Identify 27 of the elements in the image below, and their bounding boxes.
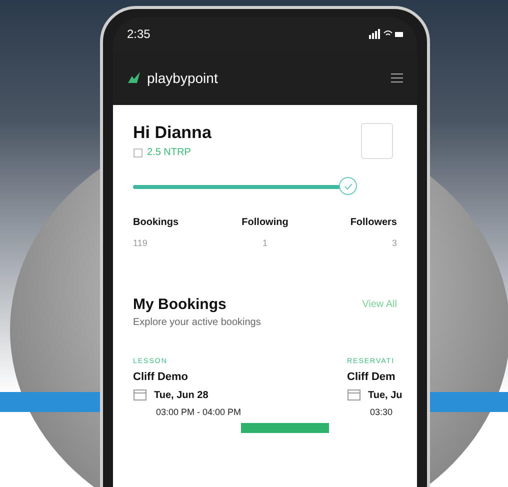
section-title: My Bookings <box>133 296 226 313</box>
stat-value: 119 <box>133 238 148 248</box>
booking-time: 03:30 <box>370 407 394 417</box>
booking-date: Tue, Jun 28 <box>154 390 208 400</box>
booking-time: 03:00 PM - 04:00 PM <box>156 407 242 417</box>
stat-label: Followers <box>350 217 397 228</box>
status-time: 2:35 <box>127 27 150 41</box>
stat-label: Following <box>242 217 288 228</box>
stat-value: 3 <box>392 238 397 248</box>
calendar-icon <box>347 389 361 401</box>
section-subtitle: Explore your active bookings <box>133 317 262 328</box>
view-all-link[interactable]: View All <box>362 299 397 310</box>
check-icon <box>339 177 357 195</box>
badge-icon <box>133 148 143 158</box>
avatar-placeholder <box>361 123 393 159</box>
booking-name: Cliff Demo <box>133 371 189 383</box>
calendar-icon <box>133 389 147 401</box>
rating-text: 2.5 NTRP <box>147 147 191 158</box>
greeting: Hi Dianna <box>133 123 212 143</box>
logo-icon <box>127 71 141 85</box>
booking-name: Cliff Dem <box>347 371 396 383</box>
stat-value: 1 <box>262 238 268 248</box>
booking-date: Tue, Ju <box>368 390 402 400</box>
status-icons <box>369 29 403 39</box>
stat-label: Bookings <box>133 217 179 228</box>
logo-text: playbypoint <box>147 70 218 86</box>
menu-icon[interactable] <box>391 73 403 83</box>
